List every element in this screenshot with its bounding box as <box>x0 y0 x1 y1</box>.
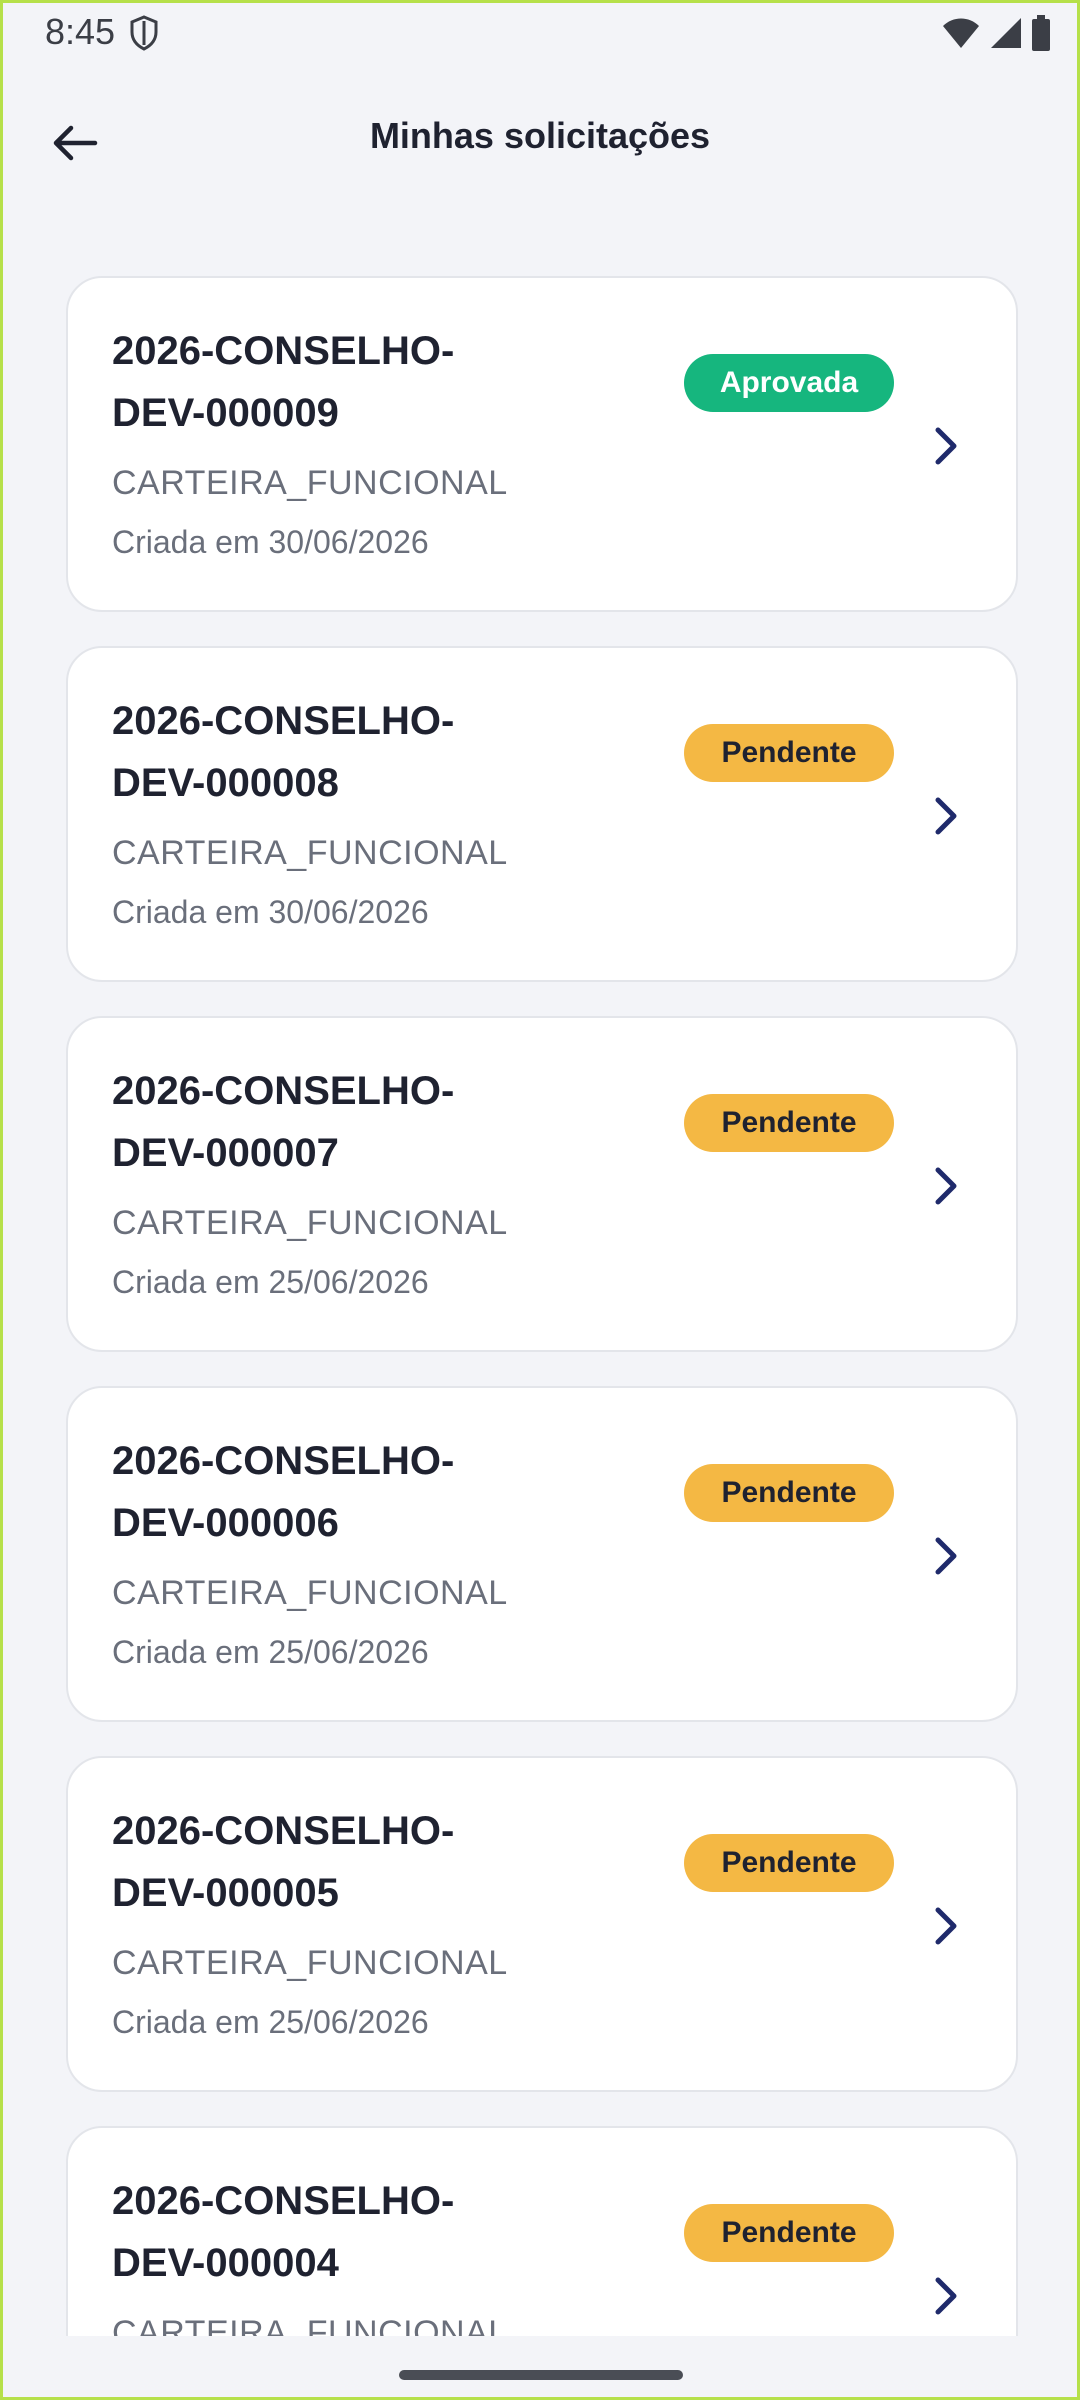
chevron-right-icon <box>935 2277 957 2315</box>
status-badge: Pendente <box>684 724 894 782</box>
chevron-right-icon <box>935 797 957 835</box>
request-id-line2: DEV-000008 <box>112 761 339 805</box>
request-card[interactable]: 2026-CONSELHO- DEV-000009 CARTEIRA_FUNCI… <box>66 276 1018 612</box>
status-badge: Pendente <box>684 2204 894 2262</box>
request-id-line2: DEV-000009 <box>112 391 339 435</box>
request-card[interactable]: 2026-CONSELHO- DEV-000007 CARTEIRA_FUNCI… <box>66 1016 1018 1352</box>
request-id-line1: 2026-CONSELHO- <box>112 699 455 743</box>
request-type: CARTEIRA_FUNCIONAL <box>112 2314 508 2336</box>
request-id-line1: 2026-CONSELHO- <box>112 329 455 373</box>
request-type: CARTEIRA_FUNCIONAL <box>112 1944 508 1982</box>
request-id-line2: DEV-000007 <box>112 1131 339 1175</box>
status-badge: Pendente <box>684 1834 894 1892</box>
request-id-line1: 2026-CONSELHO- <box>112 1809 455 1853</box>
request-id: 2026-CONSELHO- DEV-000009 <box>112 320 532 444</box>
shield-icon <box>130 15 158 51</box>
status-badge: Pendente <box>684 1464 894 1522</box>
home-indicator[interactable] <box>399 2370 683 2380</box>
status-bar: 8:45 <box>3 3 1077 63</box>
request-id-line2: DEV-000004 <box>112 2241 339 2285</box>
request-type: CARTEIRA_FUNCIONAL <box>112 1204 508 1242</box>
request-date: Criada em 30/06/2026 <box>112 894 429 930</box>
request-date: Criada em 30/06/2026 <box>112 524 429 560</box>
request-id-line2: DEV-000005 <box>112 1871 339 1915</box>
signal-icon <box>991 18 1021 48</box>
request-date: Criada em 25/06/2026 <box>112 1634 429 1670</box>
request-id-line1: 2026-CONSELHO- <box>112 2179 455 2223</box>
status-badge: Aprovada <box>684 354 894 412</box>
chevron-right-icon <box>935 1537 957 1575</box>
request-id: 2026-CONSELHO- DEV-000005 <box>112 1800 532 1924</box>
request-date: Criada em 25/06/2026 <box>112 2004 429 2040</box>
status-icons <box>941 13 1051 53</box>
request-card[interactable]: 2026-CONSELHO- DEV-000008 CARTEIRA_FUNCI… <box>66 646 1018 982</box>
request-id: 2026-CONSELHO- DEV-000006 <box>112 1430 532 1554</box>
request-type: CARTEIRA_FUNCIONAL <box>112 464 508 502</box>
status-badge: Pendente <box>684 1094 894 1152</box>
request-card[interactable]: 2026-CONSELHO- DEV-000006 CARTEIRA_FUNCI… <box>66 1386 1018 1722</box>
page-title: Minhas solicitações <box>369 115 711 156</box>
request-type: CARTEIRA_FUNCIONAL <box>112 1574 508 1612</box>
requests-list[interactable]: 2026-CONSELHO- DEV-000009 CARTEIRA_FUNCI… <box>66 276 1018 2336</box>
chevron-right-icon <box>935 427 957 465</box>
request-id-line1: 2026-CONSELHO- <box>112 1069 455 1113</box>
request-id: 2026-CONSELHO- DEV-000008 <box>112 690 532 814</box>
chevron-right-icon <box>935 1907 957 1945</box>
wifi-icon <box>943 18 979 48</box>
chevron-right-icon <box>935 1167 957 1205</box>
request-date: Criada em 25/06/2026 <box>112 1264 429 1300</box>
request-type: CARTEIRA_FUNCIONAL <box>112 834 508 872</box>
status-time: 8:45 <box>45 11 116 52</box>
request-id-line2: DEV-000006 <box>112 1501 339 1545</box>
request-id: 2026-CONSELHO- DEV-000004 <box>112 2170 532 2294</box>
request-card[interactable]: 2026-CONSELHO- DEV-000004 CARTEIRA_FUNCI… <box>66 2126 1018 2336</box>
request-card[interactable]: 2026-CONSELHO- DEV-000005 CARTEIRA_FUNCI… <box>66 1756 1018 2092</box>
request-id: 2026-CONSELHO- DEV-000007 <box>112 1060 532 1184</box>
battery-icon <box>1032 15 1050 51</box>
app-bar: Minhas solicitações <box>3 95 1077 191</box>
request-id-line1: 2026-CONSELHO- <box>112 1439 455 1483</box>
